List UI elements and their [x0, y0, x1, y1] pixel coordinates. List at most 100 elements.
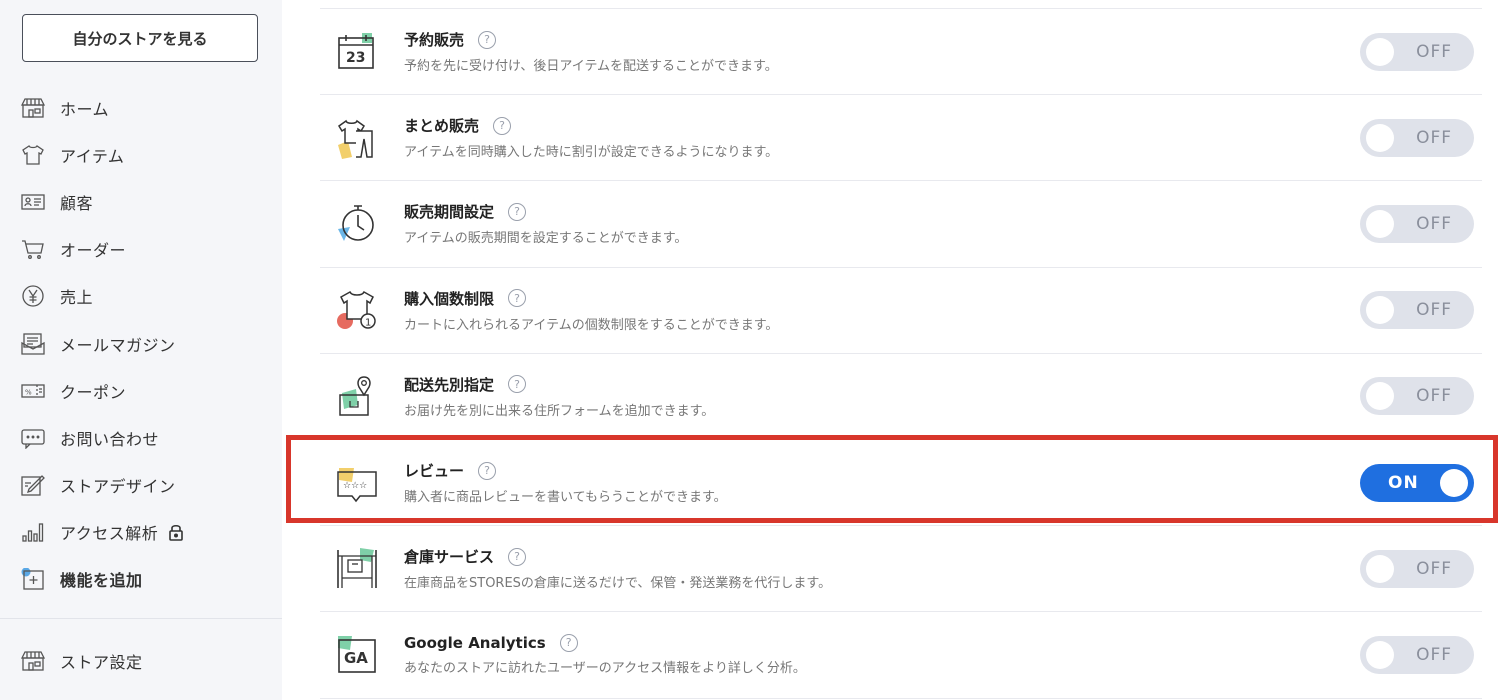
- toggle-label: OFF: [1416, 644, 1452, 665]
- sidebar-item-label: ストアデザイン: [60, 477, 176, 497]
- sidebar-divider: [0, 618, 282, 619]
- feature-row-sales-period: 販売期間設定 ? アイテムの販売期間を設定することができます。 OFF: [320, 181, 1482, 268]
- toggle-knob: [1366, 640, 1394, 669]
- sidebar-item-label: 機能を追加: [60, 571, 143, 591]
- feature-title: 購入個数制限: [404, 289, 495, 308]
- sidebar-item-store-settings[interactable]: ストア設定: [0, 637, 282, 684]
- feature-text: まとめ販売 ? アイテムを同時購入した時に割引が設定できるようになります。: [404, 115, 1482, 160]
- warehouse-icon: [334, 546, 380, 592]
- svg-text:1: 1: [365, 318, 371, 329]
- ga-icon: GA: [334, 632, 380, 678]
- sidebar-item-access-analysis[interactable]: アクセス解析: [0, 509, 282, 556]
- store-settings-icon: [20, 649, 46, 673]
- help-icon[interactable]: ?: [559, 633, 578, 652]
- toggle-switch[interactable]: OFF: [1360, 32, 1474, 71]
- feature-title: Google Analytics: [404, 633, 546, 652]
- view-store-button[interactable]: 自分のストアを見る: [22, 14, 258, 62]
- bar-chart-icon: [20, 520, 46, 544]
- sidebar-item-label: 顧客: [60, 193, 94, 213]
- toggle-switch[interactable]: OFF: [1360, 291, 1474, 330]
- toggle-knob: [1366, 209, 1394, 238]
- add-feature-icon: [20, 567, 46, 591]
- feature-description: アイテムを同時購入した時に割引が設定できるようになります。: [404, 145, 779, 161]
- delivery-pin-icon: [334, 373, 380, 419]
- sidebar-item-orders[interactable]: オーダー: [0, 226, 282, 273]
- calendar-23-icon: 23: [334, 29, 380, 75]
- toggle-switch[interactable]: OFF: [1360, 377, 1474, 416]
- feature-text: 配送先別指定 ? お届け先を別に出来る住所フォームを追加できます。: [404, 374, 1482, 419]
- feature-description: お届け先を別に出来る住所フォームを追加できます。: [404, 403, 715, 419]
- sidebar-item-label: メールマガジン: [60, 335, 176, 355]
- feature-title: 予約販売: [404, 31, 465, 50]
- feature-description: 予約を先に受け付け、後日アイテムを配送することができます。: [404, 59, 778, 75]
- feature-title: 配送先別指定: [404, 375, 495, 394]
- toggle-switch[interactable]: OFF: [1360, 118, 1474, 157]
- help-icon[interactable]: ?: [478, 30, 497, 49]
- feature-description: アイテムの販売期間を設定することができます。: [404, 231, 688, 247]
- sidebar-item-store-design[interactable]: ストアデザイン: [0, 462, 282, 509]
- feature-description: あなたのストアに訪れたユーザーのアクセス情報をより詳しく分析。: [404, 660, 806, 676]
- help-icon[interactable]: ?: [508, 289, 527, 308]
- coupon-icon: %: [20, 379, 46, 403]
- toggle-switch[interactable]: OFF: [1360, 204, 1474, 243]
- sidebar-item-label: アイテム: [60, 146, 125, 166]
- feature-description: カートに入れられるアイテムの個数制限をすることができます。: [404, 317, 779, 333]
- feature-title: 倉庫サービス: [404, 548, 495, 567]
- feature-text: 倉庫サービス ? 在庫商品をSTORESの倉庫に送るだけで、保管・発送業務を代行…: [404, 546, 1482, 591]
- feature-row-review: ☆☆☆ レビュー ? 購入者に商品レビューを書いてもらうことができます。 ON: [320, 440, 1482, 527]
- feature-description: 在庫商品をSTORESの倉庫に送るだけで、保管・発送業務を代行します。: [404, 576, 832, 592]
- sidebar-item-mail-magazine[interactable]: メールマガジン: [0, 320, 282, 367]
- sidebar: 自分のストアを見る ホーム アイテム 顧客 オーダー 売上 メールマガジン % …: [0, 0, 282, 700]
- feature-title: まとめ販売: [404, 117, 480, 136]
- help-icon[interactable]: ?: [508, 547, 527, 566]
- help-icon[interactable]: ?: [478, 461, 497, 480]
- feature-title: レビュー: [404, 462, 465, 481]
- sidebar-item-sales[interactable]: 売上: [0, 273, 282, 320]
- feature-text: レビュー ? 購入者に商品レビューを書いてもらうことができます。: [404, 460, 1482, 505]
- sidebar-item-label: ストア設定: [60, 652, 143, 672]
- feature-row-warehouse: 倉庫サービス ? 在庫商品をSTORESの倉庫に送るだけで、保管・発送業務を代行…: [320, 526, 1482, 613]
- sidebar-item-label: アクセス解析: [60, 524, 159, 544]
- sidebar-item-items[interactable]: アイテム: [0, 131, 282, 178]
- feature-row-purchase-limit: 1 購入個数制限 ? カートに入れられるアイテムの個数制限をすることができます。…: [320, 268, 1482, 354]
- toggle-knob: [1366, 296, 1394, 325]
- clock-icon: [334, 201, 380, 247]
- sidebar-item-add-feature[interactable]: 機能を追加: [0, 556, 282, 603]
- sidebar-bottom-nav: ストア設定: [0, 637, 282, 684]
- design-icon: [20, 473, 46, 497]
- toggle-switch[interactable]: ON: [1360, 463, 1474, 502]
- sidebar-item-label: お問い合わせ: [60, 429, 160, 449]
- cart-icon: [20, 237, 46, 261]
- sidebar-item-coupon[interactable]: % クーポン: [0, 367, 282, 414]
- help-icon[interactable]: ?: [508, 202, 527, 221]
- toggle-label: OFF: [1416, 558, 1452, 579]
- toggle-label: OFF: [1416, 213, 1452, 234]
- mail-icon: [20, 332, 46, 356]
- toggle-switch[interactable]: OFF: [1360, 549, 1474, 588]
- sidebar-item-label: ホーム: [60, 99, 110, 119]
- toggle-knob: [1440, 468, 1468, 497]
- feature-text: 予約販売 ? 予約を先に受け付け、後日アイテムを配送することができます。: [404, 29, 1482, 74]
- toggle-label: ON: [1388, 472, 1419, 493]
- feature-row-google-analytics: GA Google Analytics ? あなたのストアに訪れたユーザーのアク…: [320, 612, 1482, 699]
- toggle-label: OFF: [1416, 300, 1452, 321]
- sidebar-item-customers[interactable]: 顧客: [0, 178, 282, 225]
- feature-description: 購入者に商品レビューを書いてもらうことができます。: [404, 490, 727, 506]
- sidebar-item-label: クーポン: [60, 382, 127, 402]
- help-icon[interactable]: ?: [493, 116, 512, 135]
- help-icon[interactable]: ?: [508, 375, 527, 394]
- customer-card-icon: [20, 190, 46, 214]
- sidebar-item-label: オーダー: [60, 241, 127, 261]
- toggle-label: OFF: [1416, 386, 1452, 407]
- feature-text: Google Analytics ? あなたのストアに訪れたユーザーのアクセス情…: [404, 633, 1482, 676]
- toggle-switch[interactable]: OFF: [1360, 635, 1474, 674]
- sidebar-item-inquiry[interactable]: お問い合わせ: [0, 414, 282, 461]
- feature-row-bundle-sale: まとめ販売 ? アイテムを同時購入した時に割引が設定できるようになります。 OF…: [320, 95, 1482, 182]
- feature-row-delivery-destination: 配送先別指定 ? お届け先を別に出来る住所フォームを追加できます。 OFF: [320, 354, 1482, 440]
- toggle-knob: [1366, 123, 1394, 152]
- svg-text:%: %: [25, 388, 32, 396]
- store-icon: [20, 96, 46, 120]
- chat-icon: [20, 426, 46, 450]
- yen-icon: [20, 284, 46, 308]
- sidebar-item-home[interactable]: ホーム: [0, 84, 282, 131]
